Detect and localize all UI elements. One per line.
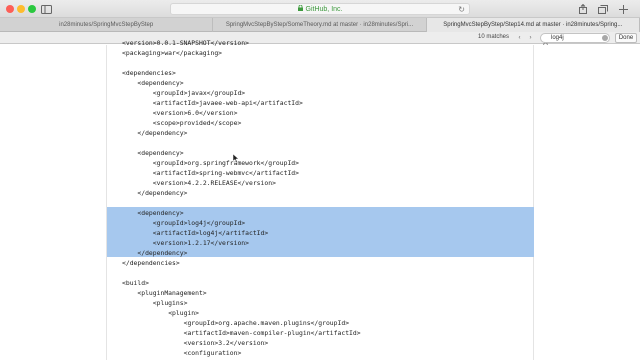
code-line: <packaging>war</packaging>	[122, 49, 223, 57]
code-block[interactable]: <version>0.0.1-SNAPSHOT</version> <packag…	[0, 39, 640, 360]
code-line: <version>3.2</version>	[183, 339, 269, 347]
code-line: <dependency>	[137, 209, 184, 217]
tab-label: in28minutes/SpringMvcStepByStep	[59, 22, 154, 28]
tab-step14[interactable]: SpringMvcStepByStep/Step14.md at master …	[426, 18, 640, 32]
code-line: <groupId>javax</groupId>	[152, 89, 246, 97]
match-count: 10 matches	[478, 34, 510, 40]
previous-match-button[interactable]: ‹	[515, 34, 524, 42]
code-line: <version>0.0.1-SNAPSHOT</version>	[122, 39, 249, 47]
new-tab-icon[interactable]	[618, 3, 628, 15]
code-line: <build>	[122, 279, 149, 287]
tab-springmvc-repo[interactable]: in28minutes/SpringMvcStepByStep	[0, 18, 214, 32]
code-line: <version>4.2.2.RELEASE</version>	[152, 179, 276, 187]
code-line: <artifactId>javaee-web-api</artifactId>	[152, 99, 303, 107]
code-line: </dependency>	[137, 189, 188, 197]
sidebar-icon[interactable]	[40, 3, 52, 15]
code-line: <groupId>org.springframework</groupId>	[152, 159, 300, 167]
code-line: <groupId>org.apache.maven.plugins</group…	[183, 319, 350, 327]
address-text: GitHub, Inc.	[305, 5, 343, 13]
code-line: <artifactId>spring-webmvc</artifactId>	[152, 169, 300, 177]
code-line: <configuration>	[183, 349, 242, 357]
tab-label: SpringMvcStepByStep/Step14.md at master …	[443, 22, 623, 28]
close-window-button[interactable]	[6, 5, 14, 13]
tab-label: SpringMvcStepByStep/SomeTheory.md at mas…	[225, 22, 414, 28]
lock-icon	[297, 4, 303, 13]
code-line: <plugins>	[152, 299, 188, 307]
share-icon[interactable]	[578, 3, 588, 15]
mouse-cursor-icon	[233, 154, 239, 163]
next-match-button[interactable]: ›	[526, 34, 535, 42]
reload-icon[interactable]: ↻	[458, 5, 465, 14]
tab-bar: in28minutes/SpringMvcStepByStep SpringMv…	[0, 18, 640, 32]
code-line: <pluginManagement>	[137, 289, 207, 297]
code-line: <scope>provided</scope>	[152, 119, 242, 127]
code-line: <dependency>	[137, 149, 184, 157]
clear-search-icon[interactable]	[602, 35, 608, 41]
address-bar[interactable]: GitHub, Inc. ↻	[170, 3, 470, 15]
zoom-window-button[interactable]	[28, 5, 36, 13]
page-content: <version>0.0.1-SNAPSHOT</version> <packag…	[0, 39, 640, 360]
code-line: </dependency>	[137, 249, 188, 257]
find-input[interactable]: log4j	[540, 33, 610, 43]
code-line: </dependency>	[137, 129, 188, 137]
done-button[interactable]: Done	[615, 33, 637, 43]
code-line: <version>1.2.17</version>	[152, 239, 249, 247]
find-bar: 10 matches ‹ › log4j Done	[0, 32, 640, 48]
code-line: </dependencies>	[122, 259, 180, 267]
tabs-overview-icon[interactable]	[598, 3, 608, 15]
code-line: <artifactId>maven-compiler-plugin</artif…	[183, 329, 361, 337]
code-line: <groupId>log4j</groupId>	[152, 219, 246, 227]
code-line: <plugin>	[168, 309, 199, 317]
code-line: <artifactId>log4j</artifactId>	[152, 229, 269, 237]
tab-sometheory[interactable]: SpringMvcStepByStep/SomeTheory.md at mas…	[213, 18, 427, 32]
code-line: <dependency>	[137, 79, 184, 87]
code-line: <version>6.0</version>	[152, 109, 238, 117]
code-line: <dependencies>	[122, 69, 176, 77]
browser-toolbar: GitHub, Inc. ↻	[0, 0, 640, 18]
minimize-window-button[interactable]	[17, 5, 25, 13]
